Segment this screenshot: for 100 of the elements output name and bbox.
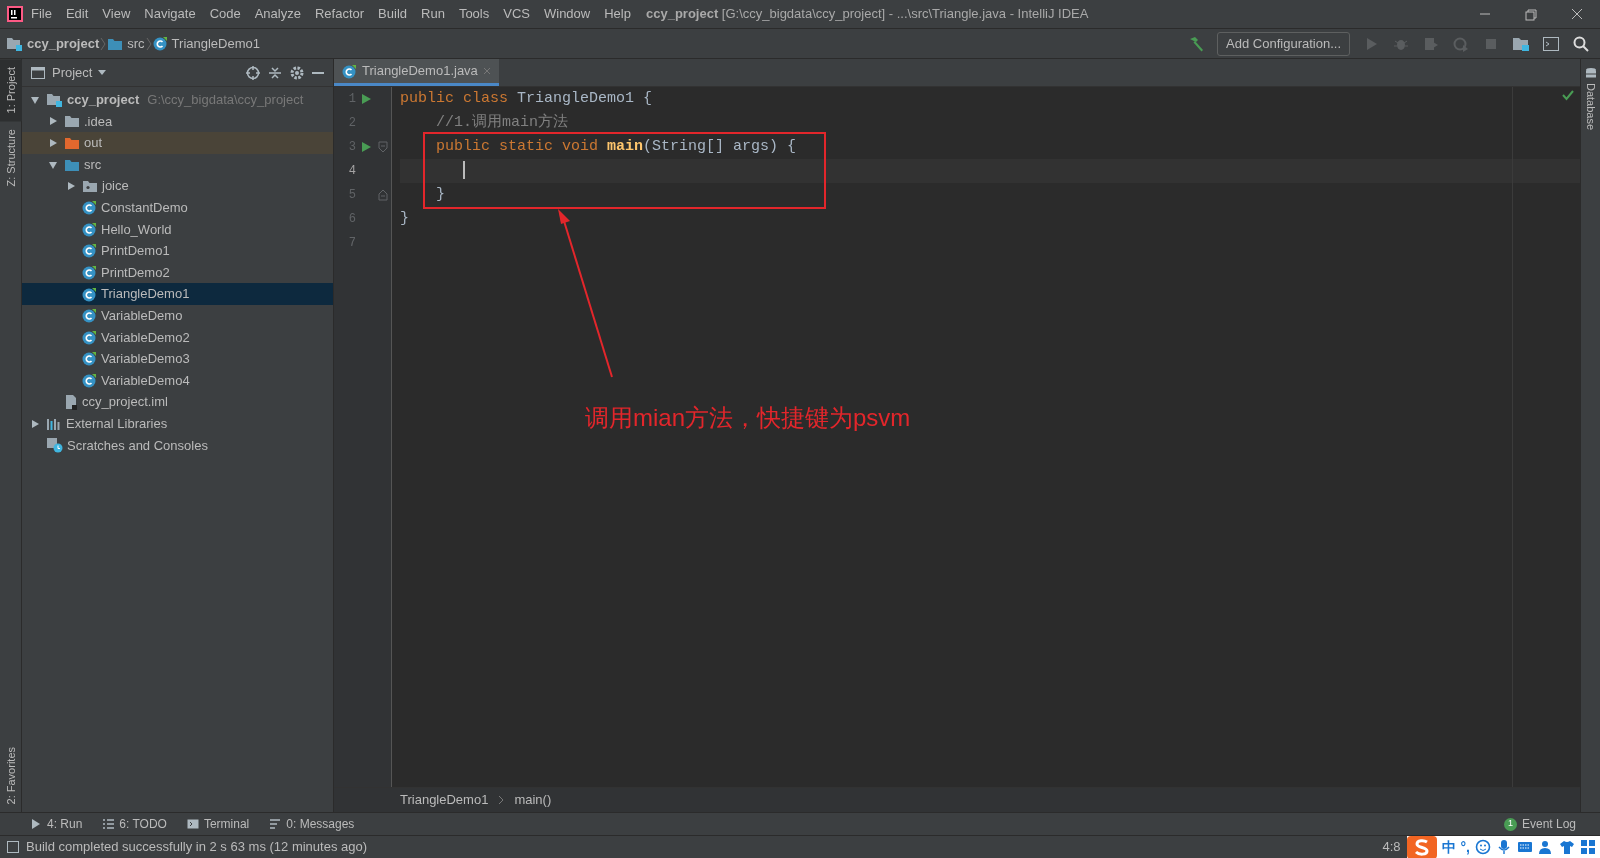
tree-item-label[interactable]: ConstantDemo — [101, 198, 188, 218]
annotation-text: 调用mian方法，快捷键为psvm — [585, 403, 911, 433]
grid-icon[interactable] — [1580, 839, 1596, 855]
code-line: //1.调用main方法 — [435, 114, 569, 131]
code-line: public class TriangleDemo1 { — [400, 90, 653, 107]
code-line: public static void main(String[] args) { — [435, 138, 797, 155]
configuration-button[interactable]: Add Configuration... — [1217, 31, 1350, 56]
punctuation-toggle[interactable]: °, — [1460, 836, 1470, 858]
search-icon[interactable] — [1572, 34, 1590, 53]
breadcrumb-item[interactable]: TriangleDemo1 — [400, 790, 489, 810]
settings-icon[interactable] — [289, 64, 305, 81]
emoji-icon[interactable] — [1475, 839, 1491, 855]
tool-window-tab[interactable]: Database — [1581, 59, 1600, 139]
dropdown-caret-icon[interactable] — [98, 69, 107, 76]
project-path: G:\ccy_bigdata\ccy_project — [147, 91, 304, 110]
input-mode-toggle[interactable]: 中 — [1441, 836, 1456, 858]
shirt-icon[interactable] — [1559, 839, 1575, 855]
tree-item-label[interactable]: ccy_project — [67, 90, 140, 110]
caret-position[interactable]: 4:8 — [1382, 837, 1401, 857]
code-line: } — [435, 186, 445, 203]
locate-icon[interactable] — [245, 64, 261, 81]
tree-item-label[interactable]: ccy_project.iml — [82, 392, 168, 412]
code-line: } — [400, 210, 409, 227]
tree-item-label[interactable]: PrintDemo1 — [101, 241, 170, 261]
file-icon — [64, 394, 78, 411]
tool-window-button[interactable]: 0: Messages — [269, 815, 355, 833]
folder-icon — [107, 36, 124, 51]
breadcrumb-item[interactable]: src — [127, 33, 145, 54]
tool-window-tab[interactable]: 1: Project — [0, 59, 22, 122]
menu-item[interactable]: Tools — [451, 4, 497, 24]
terminal-window-icon[interactable] — [1542, 34, 1560, 53]
tree-item-label[interactable]: VariableDemo3 — [101, 349, 190, 369]
class-icon — [82, 286, 97, 302]
status-message: Build completed successfully in 2 s 63 ms (12 minutes ago) — [26, 838, 368, 857]
class-icon — [82, 243, 97, 259]
tool-window-tab[interactable]: Z: Structure — [0, 121, 22, 195]
run-icon — [30, 818, 42, 830]
tree-item-label[interactable]: Scratches and Consoles — [67, 435, 208, 456]
breadcrumb-item[interactable]: main() — [514, 790, 552, 810]
tree-item-label[interactable]: External Libraries — [66, 413, 168, 434]
collapsed-arrow-icon[interactable] — [66, 181, 76, 192]
collapsed-arrow-icon[interactable] — [30, 418, 40, 429]
user-icon[interactable] — [1538, 839, 1554, 855]
run-icon[interactable] — [360, 93, 372, 105]
tree-item-label[interactable]: Hello_World — [101, 219, 172, 240]
class-icon — [82, 329, 97, 345]
tree-item-label[interactable]: VariableDemo2 — [101, 327, 190, 348]
tool-window-button[interactable]: 4: Run — [30, 815, 83, 833]
expanded-arrow-icon[interactable] — [48, 159, 58, 170]
menu-item[interactable]: View — [95, 4, 138, 24]
menu-item[interactable]: Edit — [58, 4, 96, 24]
todo-icon — [102, 818, 115, 830]
tool-window-tab[interactable]: 2: Favorites — [0, 738, 22, 812]
menu-item[interactable]: Code — [202, 4, 248, 24]
collapsed-arrow-icon[interactable] — [48, 116, 58, 127]
class-icon — [82, 265, 97, 281]
tree-item-label[interactable]: VariableDemo — [101, 306, 183, 326]
class-icon — [82, 308, 97, 324]
folder-icon — [64, 114, 80, 129]
menu-item[interactable]: Refactor — [307, 4, 372, 24]
menu-item[interactable]: Run — [414, 4, 452, 24]
menu-item[interactable]: File — [24, 4, 59, 24]
tree-item-label[interactable]: joice — [102, 176, 129, 196]
database-icon — [1585, 67, 1597, 79]
tree-item-label[interactable]: src — [84, 154, 102, 175]
tree-item-label[interactable]: PrintDemo2 — [101, 262, 170, 283]
class-icon — [152, 36, 168, 51]
menu-item[interactable]: Help — [597, 4, 638, 24]
editor-tab[interactable]: TriangleDemo1.java — [334, 59, 499, 86]
microphone-icon[interactable] — [1496, 839, 1512, 855]
scratches-icon — [46, 437, 63, 454]
run-icon[interactable] — [360, 141, 372, 153]
event-log-label: Event Log — [1521, 816, 1576, 833]
breadcrumb-item[interactable]: ccy_project — [27, 33, 100, 54]
menu-item[interactable]: Build — [371, 4, 414, 24]
class-icon — [82, 351, 97, 367]
folder-icon — [64, 136, 80, 150]
tool-window-button[interactable]: 6: TODO — [102, 815, 167, 833]
collapsed-arrow-icon[interactable] — [48, 138, 58, 148]
panel-title-dropdown[interactable]: Project — [52, 62, 93, 83]
tree-item-label[interactable]: VariableDemo4 — [101, 370, 190, 391]
menu-item[interactable]: VCS — [496, 4, 537, 24]
keyboard-icon[interactable] — [1517, 839, 1533, 855]
menu-item[interactable]: Analyze — [247, 4, 308, 24]
menu-item[interactable]: Navigate — [137, 4, 203, 24]
terminal-icon — [186, 818, 199, 830]
event-log-button[interactable]: 1 Event Log — [1503, 815, 1576, 833]
tree-item-label[interactable]: .idea — [84, 111, 113, 132]
collapse-all-icon[interactable] — [267, 64, 283, 81]
input-method-logo-icon[interactable] — [1406, 835, 1437, 858]
chevron-icon — [99, 35, 108, 52]
restore-icon[interactable] — [1522, 6, 1540, 22]
tool-window-button[interactable]: Terminal — [186, 815, 250, 833]
tree-item-label[interactable]: out — [84, 133, 103, 153]
tool-windows-icon[interactable] — [6, 840, 20, 854]
expanded-arrow-icon[interactable] — [30, 94, 40, 105]
breadcrumb-item[interactable]: TriangleDemo1 — [171, 33, 260, 54]
class-icon — [82, 373, 97, 388]
chevron-icon — [498, 795, 505, 805]
menu-item[interactable]: Window — [536, 4, 598, 24]
